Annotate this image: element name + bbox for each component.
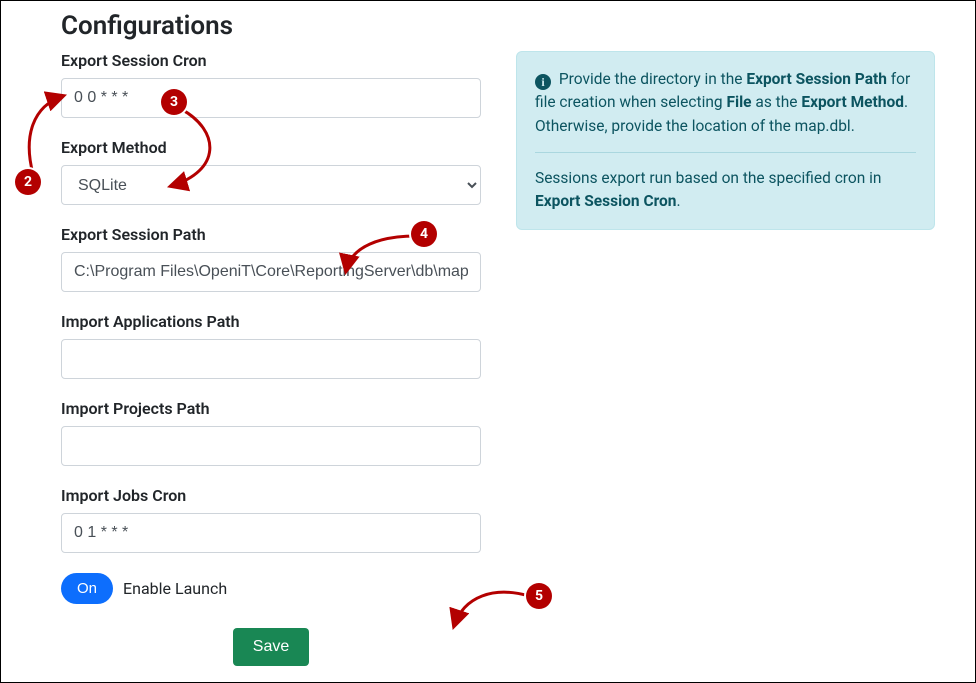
import-projects-path-input[interactable] bbox=[61, 426, 481, 466]
export-session-cron-label: Export Session Cron bbox=[61, 51, 481, 70]
export-session-cron-group: Export Session Cron bbox=[61, 51, 481, 118]
import-projects-path-label: Import Projects Path bbox=[61, 399, 481, 418]
save-row: Save bbox=[61, 628, 481, 666]
export-session-cron-input[interactable] bbox=[61, 78, 481, 118]
import-projects-path-group: Import Projects Path bbox=[61, 399, 481, 466]
page-container: Configurations Export Session Cron Expor… bbox=[0, 0, 976, 683]
save-button[interactable]: Save bbox=[233, 628, 309, 666]
info-para-1: i Provide the directory in the Export Se… bbox=[535, 68, 916, 138]
annotation-badge-4: 4 bbox=[411, 221, 437, 247]
annotation-badge-3: 3 bbox=[161, 89, 187, 115]
import-applications-path-group: Import Applications Path bbox=[61, 312, 481, 379]
form-column: Export Session Cron Export Method SQLite… bbox=[61, 51, 481, 666]
info-p2-text1: Sessions export run based on the specifi… bbox=[535, 169, 881, 187]
info-icon: i bbox=[535, 74, 551, 90]
enable-launch-label: Enable Launch bbox=[123, 579, 227, 598]
export-method-label: Export Method bbox=[61, 138, 481, 157]
page-title: Configurations bbox=[61, 11, 935, 41]
info-p1-text1: Provide the directory in the bbox=[559, 70, 746, 88]
info-p1-bold2: File bbox=[726, 93, 751, 111]
export-session-path-input[interactable] bbox=[61, 252, 481, 292]
import-jobs-cron-group: Import Jobs Cron bbox=[61, 486, 481, 553]
info-column: i Provide the directory in the Export Se… bbox=[516, 51, 935, 230]
info-p1-text3: as the bbox=[752, 93, 802, 111]
info-p2-text2: . bbox=[676, 192, 680, 210]
export-method-select[interactable]: SQLite File bbox=[61, 165, 481, 205]
info-p1-bold3: Export Method bbox=[801, 93, 904, 111]
annotation-badge-2: 2 bbox=[15, 169, 41, 195]
enable-launch-toggle[interactable]: On bbox=[61, 573, 113, 604]
import-jobs-cron-input[interactable] bbox=[61, 513, 481, 553]
info-panel: i Provide the directory in the Export Se… bbox=[516, 51, 935, 230]
info-p2-bold1: Export Session Cron bbox=[535, 192, 676, 210]
content-row: Export Session Cron Export Method SQLite… bbox=[61, 51, 935, 666]
info-p1-bold1: Export Session Path bbox=[746, 70, 887, 88]
import-jobs-cron-label: Import Jobs Cron bbox=[61, 486, 481, 505]
import-applications-path-label: Import Applications Path bbox=[61, 312, 481, 331]
enable-launch-row: On Enable Launch bbox=[61, 573, 481, 604]
annotation-badge-5: 5 bbox=[526, 583, 552, 609]
import-applications-path-input[interactable] bbox=[61, 339, 481, 379]
export-method-group: Export Method SQLite File bbox=[61, 138, 481, 205]
info-divider bbox=[535, 152, 916, 153]
info-para-2: Sessions export run based on the specifi… bbox=[535, 167, 916, 214]
